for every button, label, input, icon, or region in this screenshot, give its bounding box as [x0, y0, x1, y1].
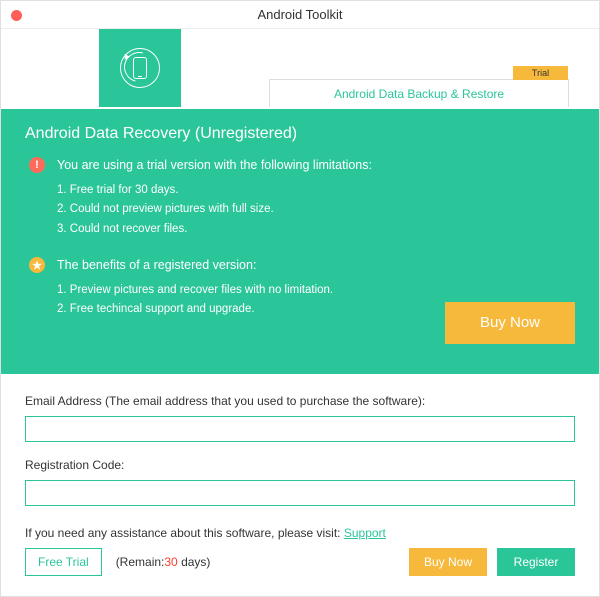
- registration-code-field[interactable]: [25, 480, 575, 506]
- tab-backup-label: Android Data Backup & Restore: [334, 87, 504, 101]
- remain-prefix: (Remain:: [116, 555, 165, 569]
- tab-backup-restore[interactable]: Trial Android Data Backup & Restore: [269, 79, 569, 107]
- remain-text: (Remain:30 days): [116, 555, 211, 569]
- list-item: 2. Could not preview pictures with full …: [57, 200, 575, 220]
- register-button[interactable]: Register: [497, 548, 575, 576]
- remain-suffix: days): [178, 555, 211, 569]
- list-item: 1. Preview pictures and recover files wi…: [57, 281, 575, 301]
- window-title: Android Toolkit: [257, 7, 342, 22]
- email-field[interactable]: [25, 416, 575, 442]
- warning-icon: !: [29, 157, 45, 173]
- phone-recovery-icon: [120, 48, 160, 88]
- tabs-area: Trial Trial Android Data Backup & Restor…: [1, 29, 599, 109]
- list-item: 3. Could not recover files.: [57, 220, 575, 240]
- info-panel: Android Data Recovery (Unregistered) ! Y…: [1, 109, 599, 374]
- close-icon[interactable]: [11, 10, 22, 21]
- free-trial-button[interactable]: Free Trial: [25, 548, 102, 576]
- app-window: Android Toolkit Trial Trial Android Data…: [0, 0, 600, 597]
- registration-form: Email Address (The email address that yo…: [1, 374, 599, 542]
- backup-trial-badge: Trial: [513, 66, 568, 80]
- benefits-heading: The benefits of a registered version:: [57, 257, 256, 275]
- footer: Free Trial (Remain:30 days) Buy Now Regi…: [1, 542, 599, 596]
- buy-now-button[interactable]: Buy Now: [445, 302, 575, 344]
- support-link[interactable]: Support: [344, 526, 386, 540]
- star-icon: ★: [29, 257, 45, 273]
- assistance-text: If you need any assistance about this so…: [25, 526, 575, 540]
- benefits-heading-row: ★ The benefits of a registered version:: [25, 257, 575, 275]
- titlebar: Android Toolkit: [1, 1, 599, 29]
- trial-heading: You are using a trial version with the f…: [57, 157, 372, 175]
- email-label: Email Address (The email address that yo…: [25, 394, 575, 408]
- list-item: 1. Free trial for 30 days.: [57, 181, 575, 201]
- trial-heading-row: ! You are using a trial version with the…: [25, 157, 575, 175]
- code-label: Registration Code:: [25, 458, 575, 472]
- remain-days: 30: [164, 555, 177, 569]
- panel-title: Android Data Recovery (Unregistered): [25, 125, 575, 143]
- trial-limitations-list: 1. Free trial for 30 days. 2. Could not …: [57, 181, 575, 240]
- assist-prefix: If you need any assistance about this so…: [25, 526, 344, 540]
- tab-data-recovery[interactable]: [99, 29, 181, 107]
- buy-now-footer-button[interactable]: Buy Now: [409, 548, 487, 576]
